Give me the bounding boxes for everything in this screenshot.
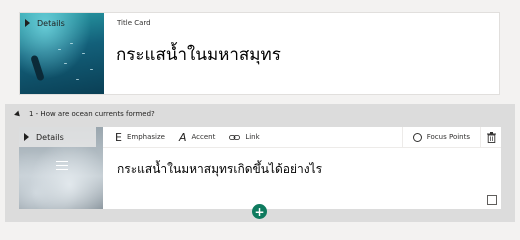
trash-icon: [486, 131, 496, 143]
details-label: Details: [36, 132, 64, 142]
question-title[interactable]: กระแสน้ำในมหาสมุทรเกิดขึ้นได้อย่างไร: [117, 160, 322, 179]
details-label: Details: [37, 18, 65, 28]
fish-dot: [64, 63, 67, 64]
details-toggle[interactable]: Details: [19, 127, 96, 147]
fish-dot: [70, 43, 73, 44]
link-button[interactable]: Link: [229, 133, 260, 141]
section-header[interactable]: 1 - How are ocean currents formed?: [14, 110, 155, 118]
focus-points-button[interactable]: Focus Points: [401, 127, 481, 147]
diver-shape: [30, 54, 45, 82]
focus-points-icon: [412, 132, 422, 142]
plus-icon: +: [254, 204, 265, 219]
question-card[interactable]: Details E Emphasize A Accent Link Focus …: [19, 127, 501, 209]
text-lines-icon: [56, 161, 68, 173]
emphasize-label: Emphasize: [126, 133, 165, 141]
question-card-image[interactable]: Details: [19, 127, 103, 209]
title-card-image[interactable]: Details: [20, 13, 104, 94]
expand-triangle-icon: [24, 133, 29, 141]
focus-points-label: Focus Points: [426, 133, 470, 141]
fish-dot: [76, 79, 79, 80]
title-card[interactable]: Details Title Card กระแสน้ำในมหาสมุทร: [19, 12, 500, 95]
title-text[interactable]: กระแสน้ำในมหาสมุทร: [116, 41, 281, 68]
delete-button[interactable]: [481, 127, 501, 147]
fish-dot: [90, 69, 93, 70]
format-toolbar: E Emphasize A Accent Link Focus Points: [103, 127, 501, 148]
accent-icon: A: [178, 130, 187, 144]
section-title: 1 - How are ocean currents formed?: [29, 110, 155, 118]
collapse-triangle-icon[interactable]: [14, 110, 22, 118]
emphasize-icon: E: [115, 130, 122, 144]
select-checkbox[interactable]: [487, 195, 497, 205]
add-card-button[interactable]: +: [252, 204, 267, 219]
expand-triangle-icon: [25, 19, 30, 27]
emphasize-button[interactable]: E Emphasize: [115, 131, 165, 144]
accent-label: Accent: [191, 133, 216, 141]
link-icon: [229, 134, 241, 140]
card-type-label: Title Card: [117, 19, 151, 27]
fish-dot: [82, 53, 85, 54]
accent-button[interactable]: A Accent: [179, 131, 215, 144]
link-label: Link: [245, 133, 260, 141]
details-toggle[interactable]: Details: [20, 13, 73, 33]
fish-dot: [58, 49, 61, 50]
